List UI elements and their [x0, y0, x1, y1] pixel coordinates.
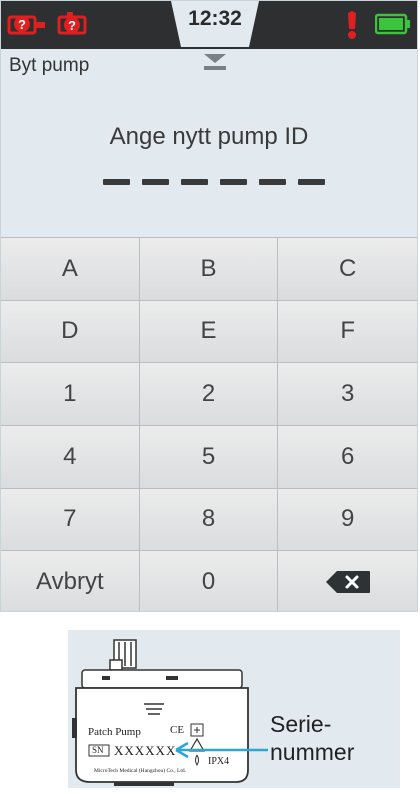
key-c[interactable]: C	[278, 238, 417, 301]
callout-line-1: Serie-	[270, 711, 332, 737]
key-b[interactable]: B	[139, 238, 279, 301]
key-8[interactable]: 8	[139, 488, 279, 552]
callout-line-2: nummer	[270, 739, 355, 765]
pull-down-chevron-icon[interactable]	[201, 51, 229, 73]
key-a[interactable]: A	[1, 238, 140, 301]
alarm-icon	[348, 11, 356, 39]
key-e[interactable]: E	[139, 300, 279, 364]
cancel-button[interactable]: Avbryt	[1, 551, 140, 611]
pin-digit-slot	[298, 179, 325, 185]
product-name-label: Patch Pump	[88, 726, 141, 738]
key-2[interactable]: 2	[139, 363, 279, 426]
sn-tag: SN	[92, 745, 104, 755]
key-1[interactable]: 1	[1, 363, 140, 426]
key-5[interactable]: 5	[139, 426, 279, 489]
keypad: A B C D E F 1 2 3 4 5 6 7 8 9 Avbryt 0	[1, 237, 417, 611]
manufacturer-label: MicroTech Medical (Hangzhou) Co., Ltd.	[94, 768, 187, 774]
device-screen: ? ? 12:32 Byt pump Ange nytt pump ID A B…	[0, 0, 418, 612]
key-7[interactable]: 7	[1, 488, 140, 552]
pin-digit-slot	[142, 179, 169, 185]
key-4[interactable]: 4	[1, 426, 140, 489]
pin-digit-slot	[181, 179, 208, 185]
key-d[interactable]: D	[1, 300, 140, 364]
backspace-button[interactable]	[278, 551, 417, 611]
page-title: Byt pump	[9, 55, 90, 76]
pin-digit-slot	[259, 179, 286, 185]
serial-number-callout: Serie- nummer	[270, 710, 354, 766]
pump-id-input[interactable]	[103, 179, 333, 187]
key-9[interactable]: 9	[278, 488, 417, 552]
pin-digit-slot	[220, 179, 247, 185]
serial-number-text: XXXXXX	[114, 743, 177, 758]
svg-text:?: ?	[68, 18, 76, 33]
key-f[interactable]: F	[278, 300, 417, 364]
key-3[interactable]: 3	[278, 363, 417, 426]
status-time: 12:32	[188, 7, 242, 30]
key-0[interactable]: 0	[139, 551, 279, 611]
svg-text:?: ?	[18, 17, 26, 32]
ce-mark: CE	[170, 724, 185, 736]
pin-digit-slot	[103, 179, 130, 185]
battery-icon	[375, 13, 410, 35]
pump-id-prompt: Ange nytt pump ID	[109, 123, 309, 150]
backspace-icon	[325, 571, 370, 594]
key-6[interactable]: 6	[278, 426, 417, 489]
ip-rating-label: IPX4	[208, 756, 230, 767]
sensor-error-icon: ?	[57, 12, 87, 35]
pump-error-icon: ?	[7, 15, 45, 35]
